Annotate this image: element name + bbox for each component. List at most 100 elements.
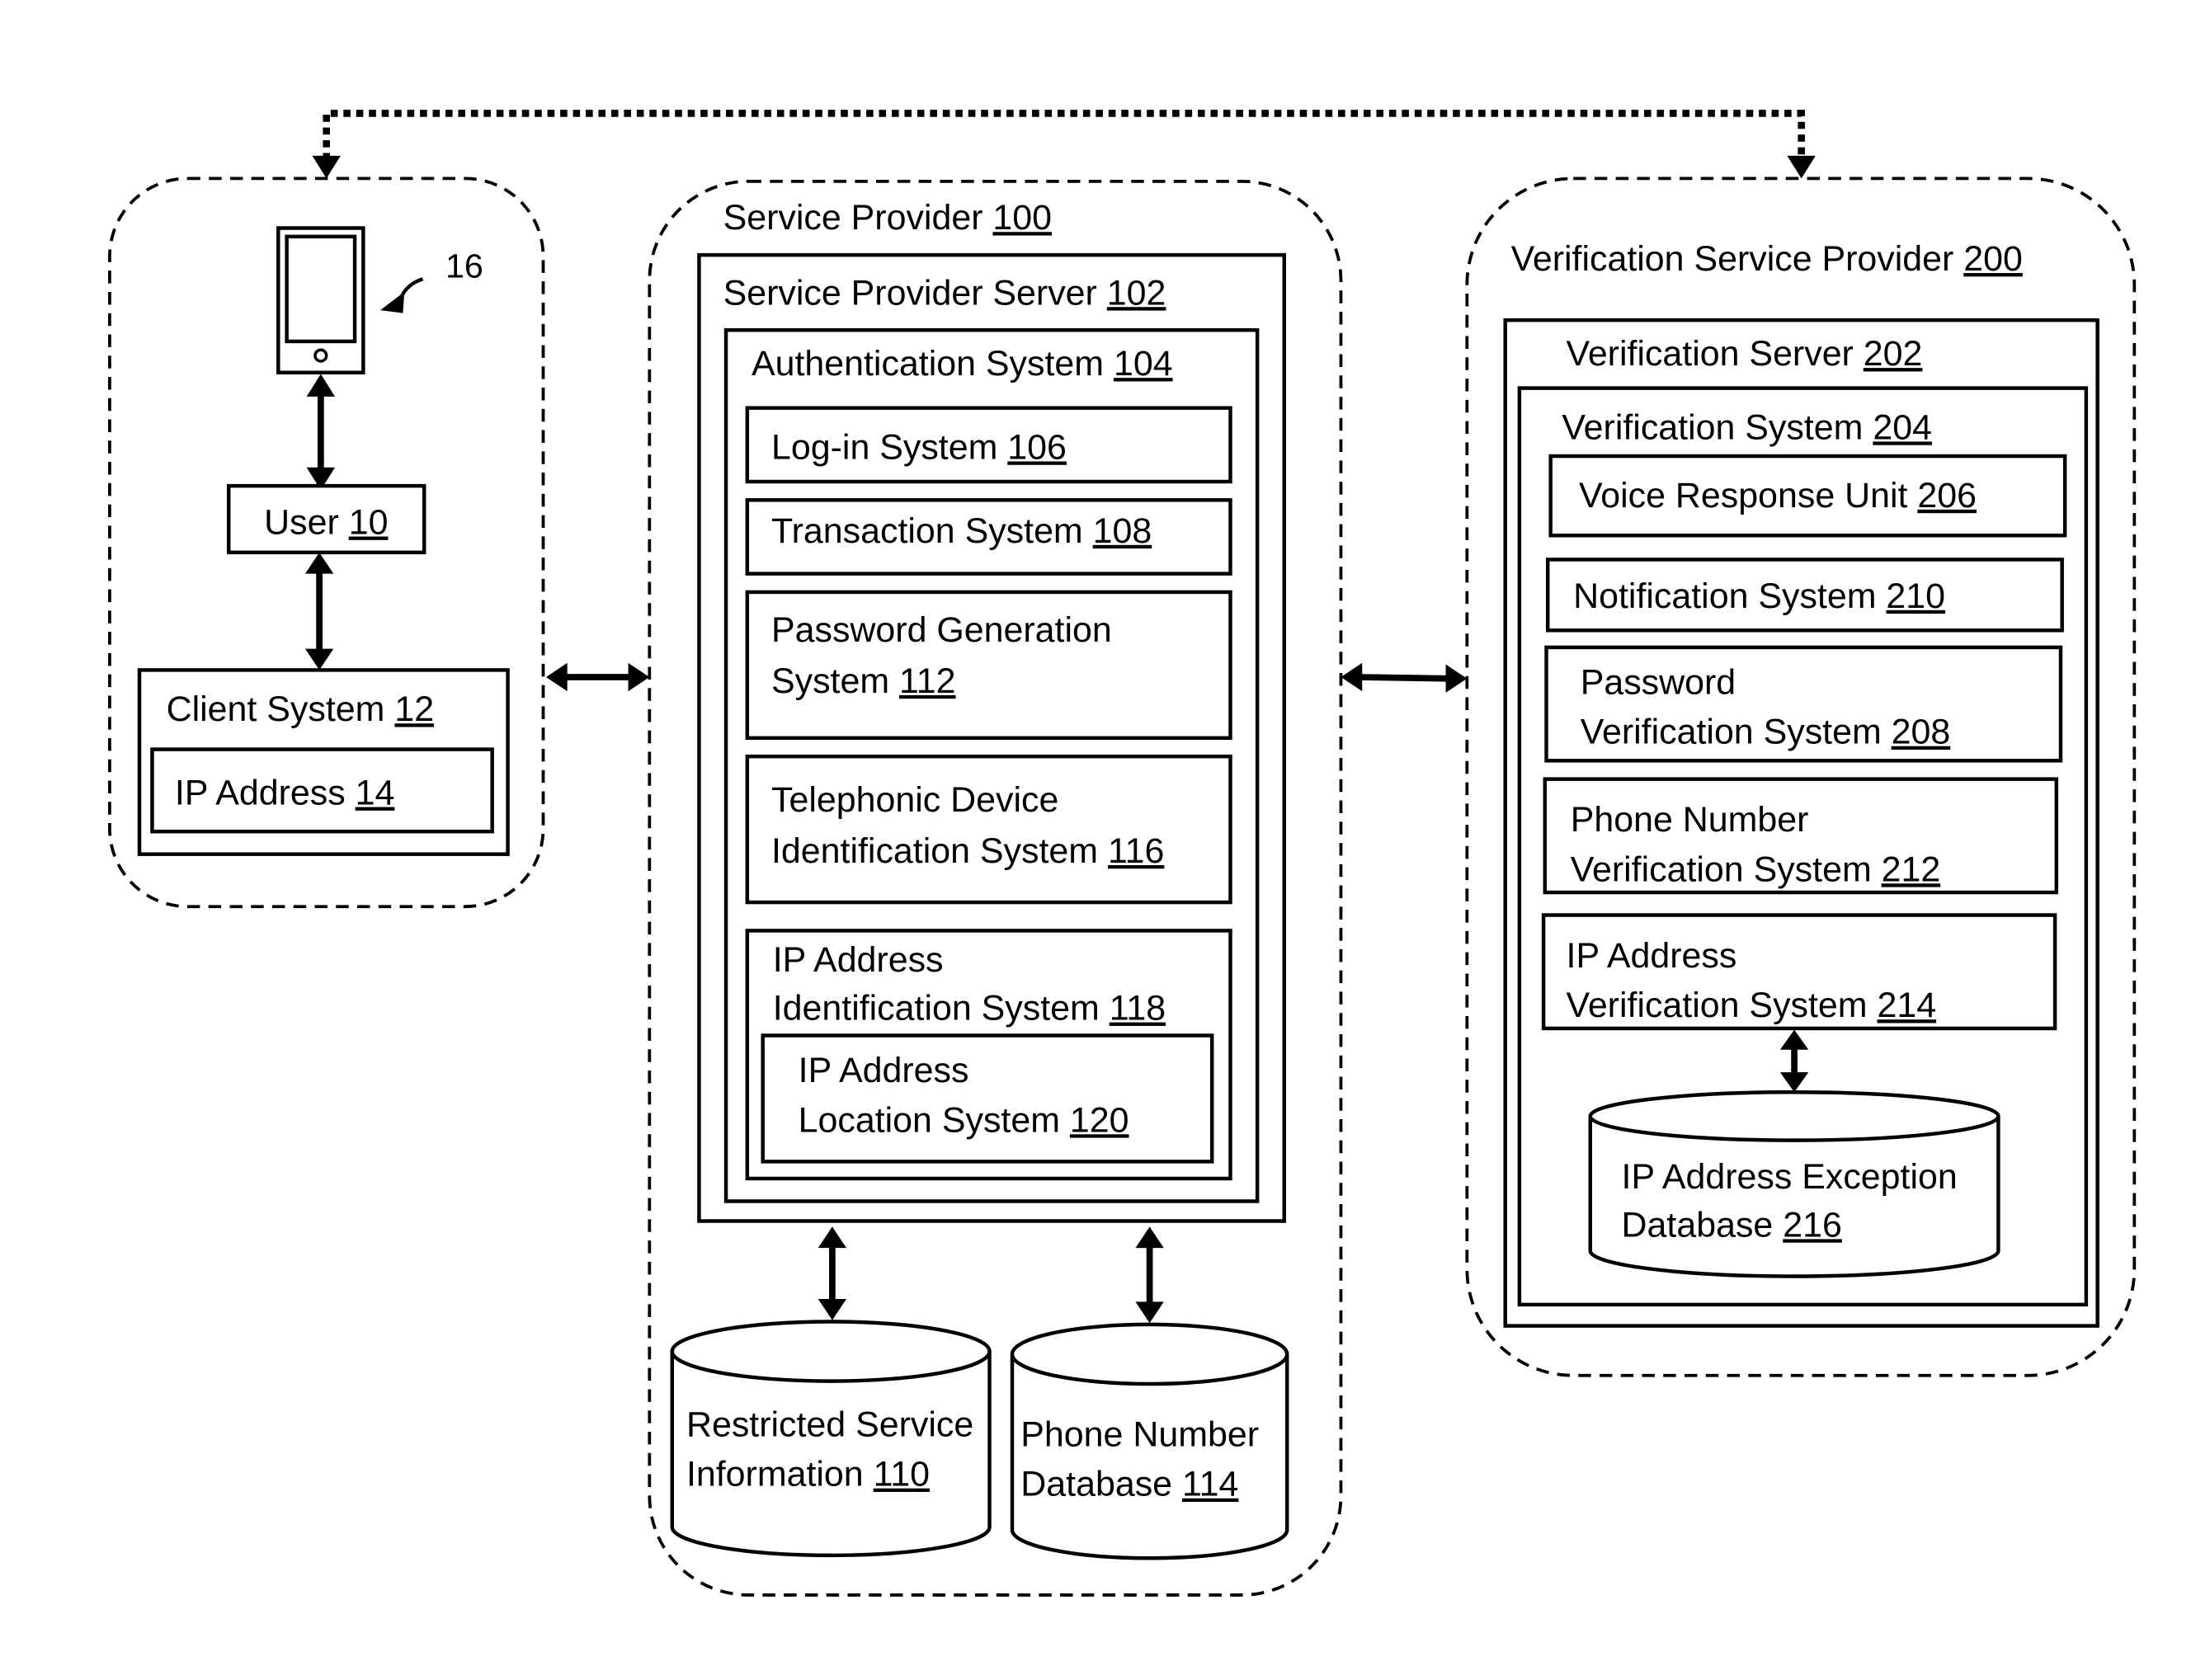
telephonic-line1: Telephonic Device xyxy=(771,780,1058,820)
ip-exception-database: IP Address Exception Database 216 xyxy=(1588,1089,2000,1278)
server-label: Service Provider Server xyxy=(723,273,1097,313)
arrow-client-service-provider xyxy=(545,662,650,692)
service-provider-number: 100 xyxy=(992,198,1052,238)
svg-text:Verification System 204: Verification System 204 xyxy=(1562,407,1932,447)
ip-ident-line2: Identification System xyxy=(773,989,1100,1028)
verification-system-number: 204 xyxy=(1873,407,1932,447)
phone-number-database: Phone Number Database 114 xyxy=(1010,1322,1289,1560)
svg-text:Verification System 214: Verification System 214 xyxy=(1567,986,1937,1025)
password-generation-line1: Password Generation xyxy=(771,610,1112,650)
svg-text:Database 114: Database 114 xyxy=(1020,1465,1238,1504)
arrow-user-client xyxy=(304,552,334,671)
telephonic-device-box: Telephonic Device Identification System … xyxy=(745,754,1232,905)
ip-ver-line1: IP Address xyxy=(1567,936,1737,976)
verification-provider-label: Verification Service Provider xyxy=(1511,239,1954,279)
auth-label: Authentication System xyxy=(752,344,1104,384)
svg-text:Service Provider Server 102: Service Provider Server 102 xyxy=(723,273,1166,313)
svg-text:Verification System 208: Verification System 208 xyxy=(1581,713,1951,752)
exception-db-line2: Database xyxy=(1622,1205,1774,1245)
svg-text:Database 216: Database 216 xyxy=(1622,1205,1842,1245)
exception-db-number: 216 xyxy=(1783,1205,1842,1245)
user-label: User xyxy=(264,503,339,543)
svg-text:Log-in System 106: Log-in System 106 xyxy=(771,427,1067,467)
svg-text:Voice Response Unit 206: Voice Response Unit 206 xyxy=(1579,476,1977,515)
phone-db-line2: Database xyxy=(1020,1465,1172,1504)
voice-number: 206 xyxy=(1917,476,1977,515)
svg-text:Verification Service Provider: Verification Service Provider 200 xyxy=(1511,239,2023,279)
telephonic-number: 116 xyxy=(1108,831,1164,871)
login-system-box: Log-in System 106 xyxy=(745,406,1232,484)
phone-ver-line1: Phone Number xyxy=(1571,800,1809,840)
transaction-number: 108 xyxy=(1093,511,1152,551)
password-ver-line1: Password xyxy=(1581,663,1736,703)
arrow-device-user xyxy=(306,374,336,491)
notification-label: Notification System xyxy=(1573,576,1876,616)
user-box: User 10 xyxy=(226,483,426,555)
verification-server-number: 202 xyxy=(1864,334,1923,374)
password-ver-number: 208 xyxy=(1892,713,1951,752)
arrow-server-restricted-db xyxy=(818,1226,847,1320)
svg-text:Authentication System 104: Authentication System 104 xyxy=(752,344,1173,384)
ip-identification-box: IP Address Identification System 118 IP … xyxy=(745,929,1232,1181)
service-provider-label: Service Provider xyxy=(723,198,983,238)
password-generation-number: 112 xyxy=(899,661,955,701)
password-verification-box: Password Verification System 208 xyxy=(1544,645,2063,763)
client-system-box: Client System 12 IP Address 14 xyxy=(137,668,510,856)
svg-text:Transaction System 108: Transaction System 108 xyxy=(771,511,1152,551)
voice-label: Voice Response Unit xyxy=(1579,476,1908,515)
system-diagram: 16 User 10 Client System 12 IP Address 1… xyxy=(108,110,2137,1597)
restricted-service-database: Restricted Service Information 110 xyxy=(670,1320,992,1558)
user-number: 10 xyxy=(349,503,389,543)
svg-text:Information 110: Information 110 xyxy=(686,1455,930,1494)
client-group: 16 User 10 Client System 12 IP Address 1… xyxy=(108,176,545,909)
phone-ver-line2: Verification System xyxy=(1571,849,1872,889)
svg-text:Verification System 212: Verification System 212 xyxy=(1571,849,1941,889)
ip-address-number: 14 xyxy=(356,774,395,813)
verification-provider-number: 200 xyxy=(1963,239,2023,279)
voice-response-box: Voice Response Unit 206 xyxy=(1548,454,2067,538)
ip-ident-line1: IP Address xyxy=(773,940,944,980)
dotted-connector xyxy=(312,110,1816,179)
svg-text:Notification System 210: Notification System 210 xyxy=(1573,576,1945,616)
svg-text:IP Address 14: IP Address 14 xyxy=(175,774,394,813)
transaction-label: Transaction System xyxy=(771,511,1083,551)
password-ver-line2: Verification System xyxy=(1581,713,1882,752)
svg-text:Location System 120: Location System 120 xyxy=(799,1100,1129,1140)
login-label: Log-in System xyxy=(771,427,997,467)
phone-db-line1: Phone Number xyxy=(1020,1415,1259,1455)
notification-system-box: Notification System 210 xyxy=(1545,558,2064,633)
client-system-number: 12 xyxy=(394,689,434,729)
phone-number-verification-box: Phone Number Verification System 212 xyxy=(1543,777,2059,895)
arrow-service-verification xyxy=(1341,662,1468,693)
svg-text:Service Provider 100: Service Provider 100 xyxy=(723,198,1052,238)
restricted-db-line2: Information xyxy=(686,1455,864,1494)
svg-text:User 10: User 10 xyxy=(264,503,388,543)
restricted-db-number: 110 xyxy=(874,1455,930,1494)
notification-number: 210 xyxy=(1886,576,1945,616)
service-provider-group: Service Provider 100 Service Provider Se… xyxy=(648,179,1343,1597)
mobile-device-icon xyxy=(276,226,365,374)
ip-ver-line2: Verification System xyxy=(1567,986,1868,1025)
login-number: 106 xyxy=(1007,427,1067,467)
server-number: 102 xyxy=(1107,273,1166,313)
svg-text:System 112: System 112 xyxy=(771,661,955,701)
restricted-db-line1: Restricted Service xyxy=(686,1405,973,1445)
password-generation-box: Password Generation System 112 xyxy=(745,590,1232,741)
phone-ver-number: 212 xyxy=(1882,849,1941,889)
password-generation-line2: System xyxy=(771,661,889,701)
client-system-label: Client System xyxy=(167,689,385,729)
telephonic-line2: Identification System xyxy=(771,831,1098,871)
ip-location-number: 120 xyxy=(1070,1100,1129,1140)
verification-system-label: Verification System xyxy=(1562,407,1863,447)
ip-address-label: IP Address xyxy=(175,774,346,813)
ip-location-line1: IP Address xyxy=(799,1051,969,1090)
ip-location-line2: Location System xyxy=(799,1100,1060,1140)
phone-db-number: 114 xyxy=(1182,1465,1238,1504)
arrow-server-phone-db xyxy=(1135,1226,1164,1324)
svg-text:Verification Server 202: Verification Server 202 xyxy=(1567,334,1923,374)
verification-server-label: Verification Server xyxy=(1567,334,1854,374)
device-reference-number: 16 xyxy=(445,247,483,285)
auth-number: 104 xyxy=(1114,344,1173,384)
ip-ver-number: 214 xyxy=(1877,986,1936,1025)
svg-text:Client System 12: Client System 12 xyxy=(167,689,434,729)
